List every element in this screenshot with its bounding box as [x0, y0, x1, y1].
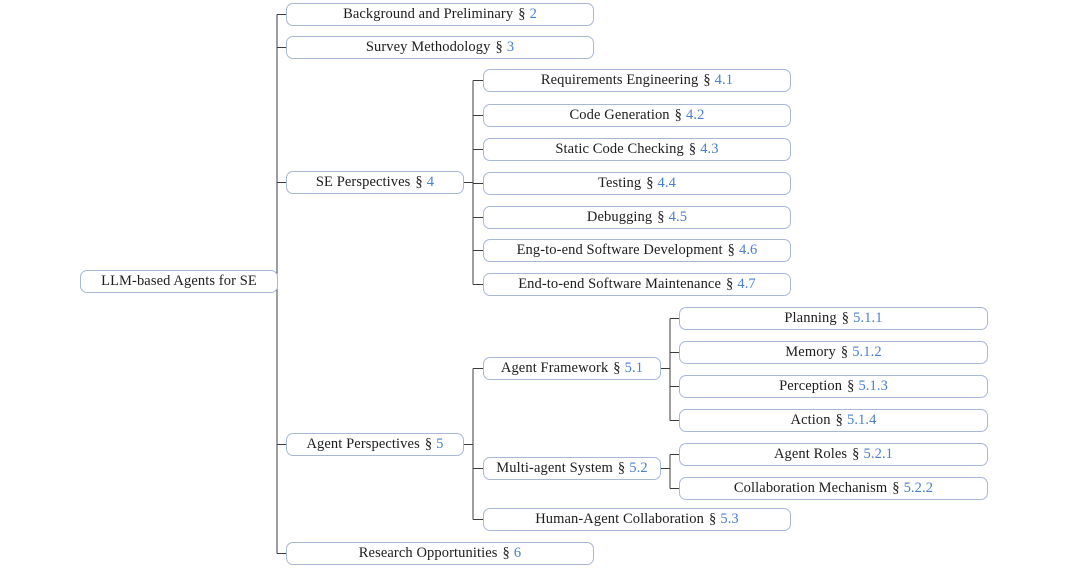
node-label: Static Code Checking: [555, 141, 684, 158]
tree-node-scc[interactable]: Static Code Checking § 4.3: [483, 138, 791, 161]
section-symbol: §: [424, 436, 433, 453]
node-label: Research Opportunities: [358, 545, 498, 562]
tree-node-re[interactable]: Requirements Engineering § 4.1: [483, 69, 791, 92]
section-symbol: §: [726, 276, 734, 293]
section-symbol: §: [840, 344, 849, 361]
tree-node-role[interactable]: Agent Roles § 5.2.1: [679, 443, 988, 466]
section-number: 4.4: [657, 175, 676, 192]
section-symbol: §: [688, 141, 697, 158]
node-label: Agent Roles: [773, 446, 848, 463]
node-label: Agent Perspectives: [306, 436, 420, 453]
tree-node-ro[interactable]: Research Opportunities § 6: [286, 542, 594, 565]
section-symbol: §: [502, 545, 510, 562]
section-number: 5.1.3: [858, 378, 888, 395]
node-label: Memory: [785, 344, 836, 361]
tree-node-hac[interactable]: Human-Agent Collaboration § 5.3: [483, 508, 791, 531]
tree-node-af[interactable]: Agent Framework § 5.1: [483, 357, 661, 380]
section-number: 5.1: [624, 360, 644, 377]
section-number: 4.2: [686, 107, 705, 124]
section-number: 5: [436, 436, 444, 453]
tree-node-test[interactable]: Testing § 4.4: [483, 172, 791, 195]
section-number: 4.3: [700, 141, 719, 158]
node-label: Eng-to-end Software Development: [516, 242, 723, 259]
section-symbol: §: [646, 175, 654, 192]
tree-node-cg[interactable]: Code Generation § 4.2: [483, 104, 791, 127]
node-label: End-to-end Software Maintenance: [518, 276, 721, 293]
tree-node-dbg[interactable]: Debugging § 4.5: [483, 206, 791, 229]
node-label: SE Perspectives: [315, 174, 411, 191]
section-symbol: §: [841, 310, 850, 327]
section-number: 2: [529, 6, 537, 23]
section-number: 5.1.1: [853, 310, 883, 327]
section-number: 4.7: [737, 276, 756, 293]
section-number: 5.1.2: [852, 344, 882, 361]
section-symbol: §: [415, 174, 423, 191]
section-symbol: §: [495, 39, 503, 56]
node-label: Debugging: [586, 209, 653, 226]
section-symbol: §: [613, 360, 621, 377]
node-label: Code Generation: [569, 107, 670, 124]
section-symbol: §: [892, 480, 900, 497]
tree-node-sm[interactable]: Survey Methodology § 3: [286, 36, 594, 59]
section-symbol: §: [852, 446, 860, 463]
tree-node-root[interactable]: LLM-based Agents for SE: [80, 270, 278, 293]
section-number: 5.2: [629, 460, 648, 477]
tree-node-mem[interactable]: Memory § 5.1.2: [679, 341, 988, 364]
node-label: Human-Agent Collaboration: [535, 511, 704, 528]
node-label: Multi-agent System: [496, 460, 613, 477]
section-number: 5.2.1: [863, 446, 894, 463]
section-number: 5.1.4: [846, 412, 877, 429]
section-number: 6: [513, 545, 522, 562]
tree-node-e2em[interactable]: End-to-end Software Maintenance § 4.7: [483, 273, 791, 296]
section-number: 4.1: [714, 72, 734, 89]
section-symbol: §: [617, 460, 626, 477]
tree-node-bg[interactable]: Background and Preliminary § 2: [286, 3, 594, 26]
section-number: 5.3: [720, 511, 739, 528]
section-number: 4.6: [738, 242, 758, 259]
taxonomy-tree-diagram: LLM-based Agents for SE Background and Pr…: [0, 0, 1080, 577]
node-label: Perception: [779, 378, 843, 395]
section-symbol: §: [709, 511, 717, 528]
section-symbol: §: [703, 72, 711, 89]
section-symbol: §: [727, 242, 735, 259]
section-number: 5.2.2: [903, 480, 934, 497]
section-number: 3: [506, 39, 515, 56]
node-label: LLM-based Agents for SE: [101, 273, 257, 290]
node-label: Testing: [598, 175, 642, 192]
section-symbol: §: [657, 209, 665, 226]
node-label: Agent Framework: [500, 360, 609, 377]
node-label: Survey Methodology: [365, 39, 491, 56]
section-number: 4: [426, 174, 435, 191]
section-symbol: §: [835, 412, 843, 429]
tree-node-se[interactable]: SE Perspectives § 4: [286, 171, 464, 194]
node-label: Background and Preliminary: [343, 6, 514, 23]
tree-node-perc[interactable]: Perception § 5.1.3: [679, 375, 988, 398]
node-label: Requirements Engineering: [540, 72, 699, 89]
node-label: Action: [790, 412, 831, 429]
section-symbol: §: [518, 6, 526, 23]
section-symbol: §: [847, 378, 855, 395]
tree-node-mas[interactable]: Multi-agent System § 5.2: [483, 457, 661, 480]
node-label: Collaboration Mechanism: [733, 480, 888, 497]
tree-node-ag[interactable]: Agent Perspectives § 5: [286, 433, 464, 456]
section-symbol: §: [674, 107, 683, 124]
tree-node-e2ed[interactable]: Eng-to-end Software Development § 4.6: [483, 239, 791, 262]
node-label: Planning: [784, 310, 837, 327]
tree-node-act[interactable]: Action § 5.1.4: [679, 409, 988, 432]
tree-node-coll[interactable]: Collaboration Mechanism § 5.2.2: [679, 477, 988, 500]
section-number: 4.5: [668, 209, 688, 226]
tree-node-plan[interactable]: Planning § 5.1.1: [679, 307, 988, 330]
